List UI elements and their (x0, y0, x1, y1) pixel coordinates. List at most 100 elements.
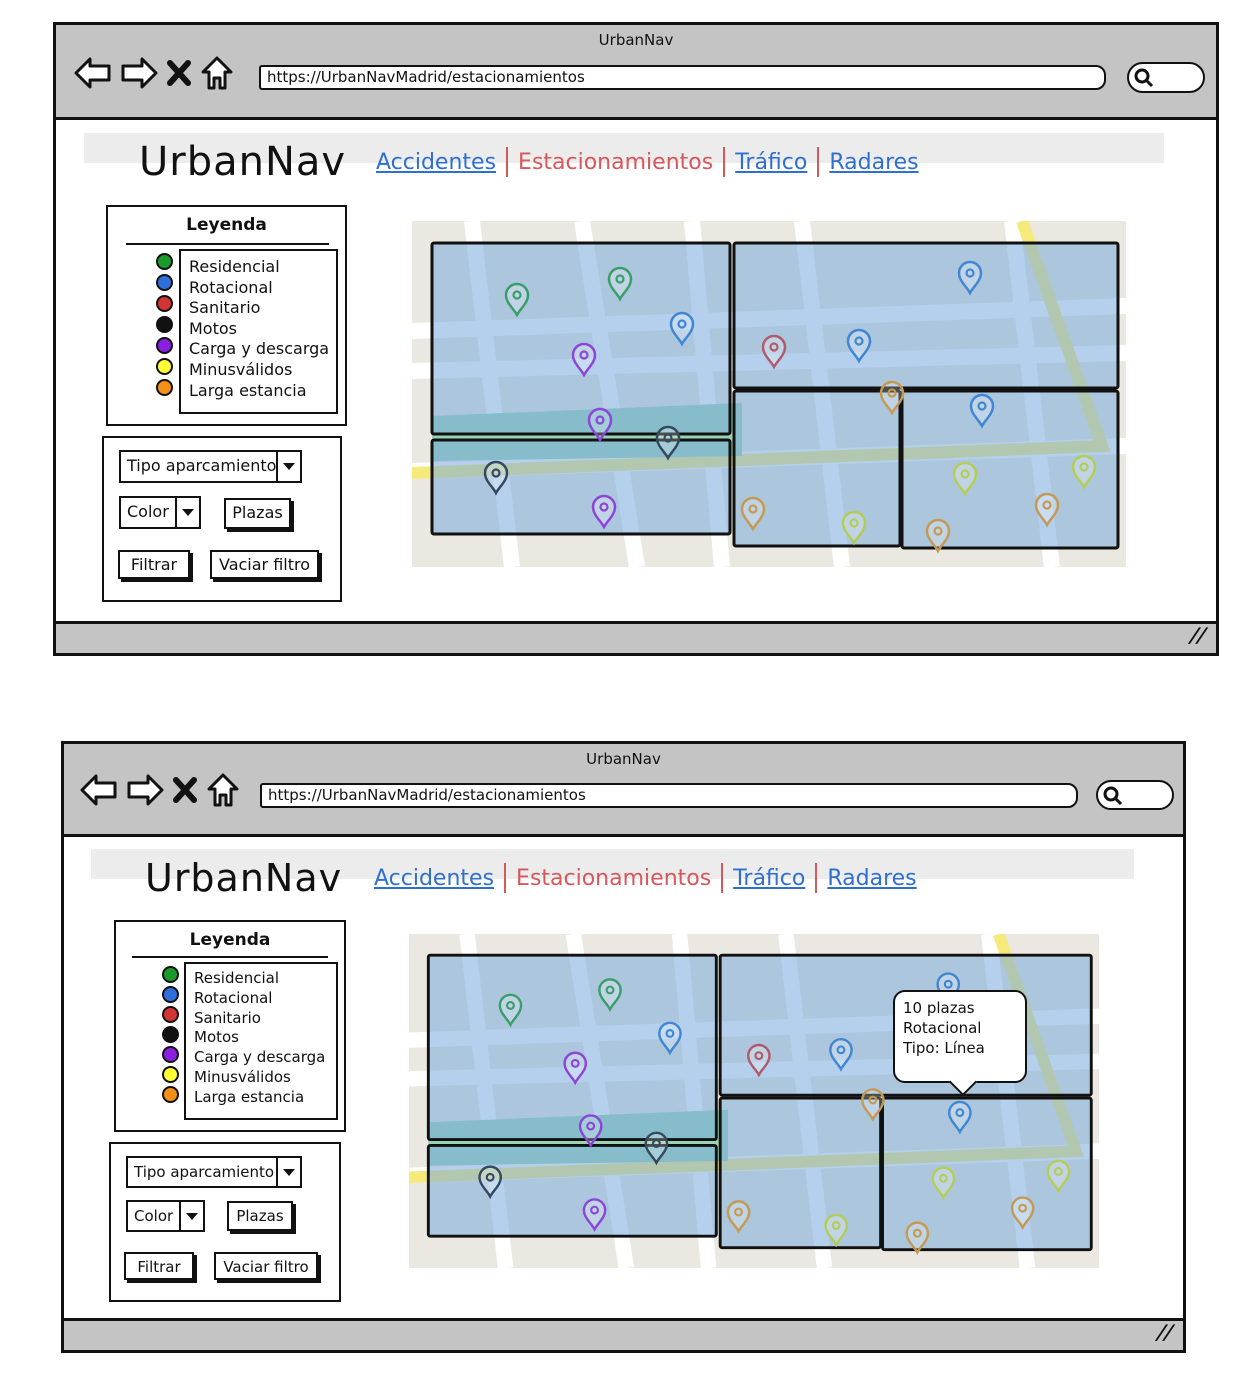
legend-item: Minusválidos (194, 1067, 291, 1086)
legend-dot-sanitario (156, 295, 173, 312)
legend-dot-larga (156, 379, 173, 396)
legend-item: Sanitario (194, 1008, 261, 1027)
tipo-select-value: Tipo aparcamiento (127, 456, 277, 475)
color-select-value: Color (127, 502, 169, 521)
close-icon[interactable] (172, 775, 198, 805)
color-select-value: Color (134, 1207, 174, 1225)
tipo-select-value: Tipo aparcamiento (134, 1163, 275, 1181)
vaciar-filtro-button[interactable]: Vaciar filtro (210, 550, 319, 579)
legend-dot-minusvalidos (156, 358, 173, 375)
legend-item: Rotacional (189, 277, 273, 297)
legend-item: Motos (194, 1028, 239, 1047)
legend-panel: Leyenda Residencial Rotacional Sanitario… (106, 205, 347, 426)
browser-window-1: UrbanNav https://UrbanNavMadrid/estacion… (53, 22, 1219, 656)
browser-toolbar: UrbanNav https://UrbanNavMadrid/estacion… (56, 25, 1216, 120)
legend-dot-residencial (156, 253, 173, 270)
legend-item: Rotacional (194, 988, 273, 1007)
vaciar-filtro-button[interactable]: Vaciar filtro (214, 1252, 318, 1280)
resize-grip-icon[interactable]: // (1154, 1320, 1177, 1344)
status-bar: // (56, 621, 1216, 653)
tooltip-tipo-aparcamiento: Rotacional (903, 1019, 982, 1037)
legend-item: Residencial (189, 257, 280, 276)
parking-zone (732, 241, 1120, 390)
close-icon[interactable] (166, 58, 192, 88)
filter-panel: Tipo aparcamiento Color Plazas Filtrar V… (102, 436, 342, 602)
back-icon[interactable] (80, 773, 118, 807)
chevron-down-icon[interactable] (175, 498, 199, 527)
status-bar: // (64, 1318, 1183, 1350)
legend-divider (126, 243, 329, 245)
search-input[interactable] (1127, 62, 1205, 93)
legend-item: Minusválidos (189, 359, 293, 379)
home-icon[interactable] (200, 55, 234, 91)
resize-grip-icon[interactable]: // (1187, 623, 1210, 647)
legend-list: Residencial Rotacional Sanitario Motos C… (184, 962, 338, 1120)
chevron-down-icon[interactable] (179, 1202, 203, 1230)
tipo-aparcamiento-select[interactable]: Tipo aparcamiento (119, 450, 302, 483)
chevron-down-icon[interactable] (276, 1158, 300, 1186)
nav-accidentes[interactable]: Accidentes (366, 150, 506, 175)
parking-map[interactable] (409, 934, 1099, 1268)
color-select[interactable]: Color (119, 496, 201, 529)
browser-toolbar: UrbanNav https://UrbanNavMadrid/estacion… (64, 744, 1183, 837)
map-canvas[interactable] (409, 934, 1099, 1268)
legend-dot-larga (162, 1086, 179, 1103)
back-icon[interactable] (74, 56, 112, 90)
main-nav: Accidentes Estacionamientos Tráfico Rada… (364, 863, 927, 893)
window-title: UrbanNav (598, 31, 674, 49)
nav-estacionamientos[interactable]: Estacionamientos (508, 150, 723, 175)
legend-divider (132, 956, 328, 958)
color-select[interactable]: Color (126, 1200, 205, 1232)
nav-trafico[interactable]: Tráfico (725, 150, 817, 175)
legend-panel: Leyenda Residencial Rotacional Sanitario… (114, 920, 346, 1132)
legend-title: Leyenda (189, 930, 271, 950)
legend-dot-sanitario (162, 1006, 179, 1023)
legend-dot-carga (156, 337, 173, 354)
app-logo: UrbanNav (145, 856, 343, 900)
tooltip-plazas: 10 plazas (903, 999, 975, 1017)
forward-icon[interactable] (126, 773, 164, 807)
filtrar-button[interactable]: Filtrar (124, 1252, 194, 1280)
filter-panel: Tipo aparcamiento Color Plazas Filtrar V… (109, 1142, 341, 1302)
legend-list: Residencial Rotacional Sanitario Motos C… (179, 249, 338, 414)
parking-zone (430, 438, 732, 536)
legend-dot-minusvalidos (162, 1066, 179, 1083)
nav-radares[interactable]: Radares (819, 150, 928, 175)
forward-icon[interactable] (120, 56, 158, 90)
legend-item: Carga y descarga (194, 1048, 326, 1067)
search-input[interactable] (1096, 780, 1174, 810)
legend-item: Carga y descarga (189, 339, 330, 359)
window-title: UrbanNav (586, 750, 661, 768)
legend-item: Residencial (194, 969, 279, 987)
parking-map[interactable] (412, 221, 1126, 567)
parking-tooltip: 10 plazas Rotacional Tipo: Línea (893, 990, 1027, 1097)
tooltip-tipo-linea: Tipo: Línea (903, 1039, 985, 1057)
legend-dot-motos (156, 316, 173, 333)
map-canvas[interactable] (412, 221, 1126, 567)
legend-dot-motos (162, 1026, 179, 1043)
legend-dot-rotacional (162, 986, 179, 1003)
plazas-button[interactable]: Plazas (224, 498, 291, 529)
nav-accidentes[interactable]: Accidentes (364, 866, 504, 891)
plazas-button[interactable]: Plazas (227, 1201, 293, 1231)
nav-trafico[interactable]: Tráfico (723, 866, 815, 891)
parking-zone (426, 1143, 718, 1238)
nav-estacionamientos[interactable]: Estacionamientos (506, 866, 721, 891)
legend-item: Larga estancia (194, 1087, 305, 1106)
nav-radares[interactable]: Radares (817, 866, 926, 891)
home-icon[interactable] (206, 772, 240, 808)
filtrar-button[interactable]: Filtrar (118, 550, 190, 579)
legend-item: Motos (189, 318, 237, 338)
legend-title: Leyenda (186, 215, 267, 235)
app-logo: UrbanNav (139, 139, 347, 185)
legend-dot-carga (162, 1046, 179, 1063)
address-bar[interactable]: https://UrbanNavMadrid/estacionamientos (260, 783, 1078, 808)
address-bar[interactable]: https://UrbanNavMadrid/estacionamientos (259, 65, 1106, 90)
legend-item: Sanitario (189, 298, 261, 318)
tipo-aparcamiento-select[interactable]: Tipo aparcamiento (126, 1156, 302, 1188)
legend-dot-residencial (162, 966, 179, 983)
browser-window-2: UrbanNav https://UrbanNavMadrid/estacion… (61, 741, 1186, 1353)
legend-item: Larga estancia (189, 380, 307, 400)
chevron-down-icon[interactable] (276, 452, 300, 481)
main-nav: Accidentes Estacionamientos Tráfico Rada… (366, 147, 929, 177)
